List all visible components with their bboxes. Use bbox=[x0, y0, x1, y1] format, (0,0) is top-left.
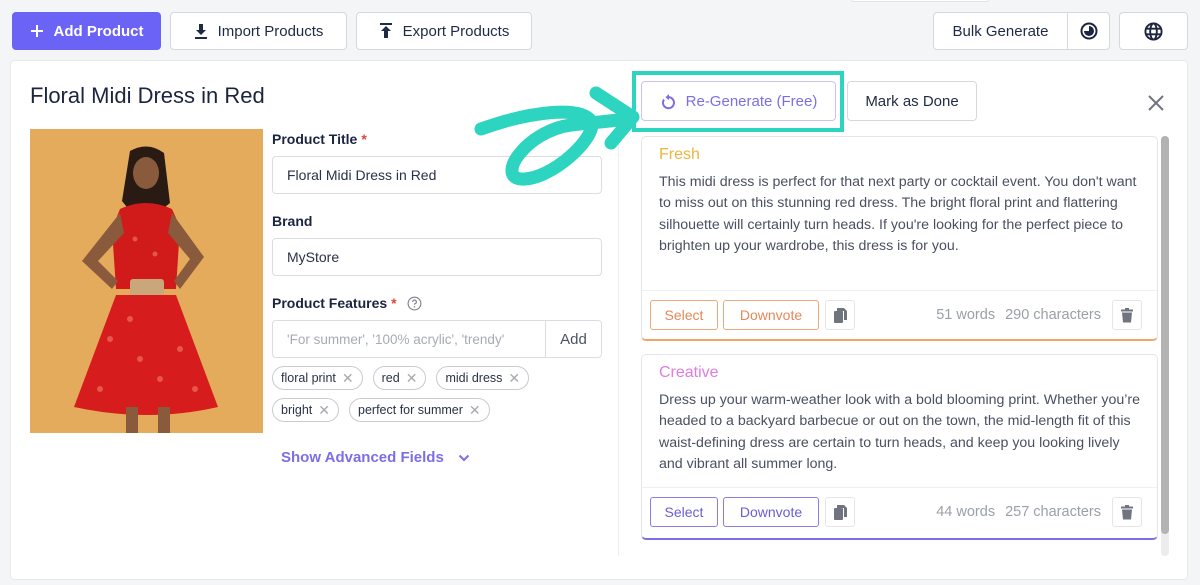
copy-button[interactable] bbox=[825, 300, 855, 330]
column-divider bbox=[618, 131, 619, 556]
remove-tag-icon[interactable]: ✕ bbox=[469, 403, 481, 417]
usage-button[interactable] bbox=[1067, 12, 1110, 50]
features-input[interactable]: 'For summer', '100% acrylic', 'trendy' bbox=[273, 321, 545, 357]
result-style-label: Creative bbox=[659, 364, 719, 381]
result-card-fresh: Fresh This midi dress is perfect for tha… bbox=[641, 136, 1158, 341]
delete-button[interactable] bbox=[1112, 497, 1142, 527]
product-editor-panel: Floral Midi Dress in Red Product Title *… bbox=[10, 60, 1188, 580]
brand-input[interactable]: MyStore bbox=[272, 238, 602, 276]
product-heading: Floral Midi Dress in Red bbox=[30, 83, 265, 108]
result-text: Dress up your warm-weather look with a b… bbox=[659, 392, 1141, 472]
select-button[interactable]: Select bbox=[650, 497, 718, 527]
delete-button[interactable] bbox=[1112, 300, 1142, 330]
result-stats: 44 words 257 characters bbox=[936, 504, 1101, 520]
dropdown-edge bbox=[850, 0, 990, 2]
copy-icon bbox=[833, 504, 847, 520]
scrollbar-thumb[interactable] bbox=[1161, 136, 1169, 534]
add-feature-button[interactable]: Add bbox=[545, 321, 601, 357]
feature-tag: floral print ✕ bbox=[272, 366, 363, 390]
result-text: This midi dress is perfect for that next… bbox=[659, 174, 1137, 254]
export-products-label: Export Products bbox=[402, 22, 510, 40]
downvote-button[interactable]: Downvote bbox=[723, 300, 819, 330]
chevron-down-icon bbox=[458, 454, 470, 461]
brand-label: Brand bbox=[272, 213, 313, 229]
product-features-label: Product Features * bbox=[272, 295, 602, 311]
results-scrollbar[interactable] bbox=[1161, 136, 1169, 556]
show-advanced-fields-link[interactable]: Show Advanced Fields bbox=[281, 449, 602, 466]
feature-tag: midi dress ✕ bbox=[436, 366, 530, 390]
remove-tag-icon[interactable]: ✕ bbox=[318, 403, 330, 417]
pie-progress-icon bbox=[1080, 22, 1097, 40]
features-input-group: 'For summer', '100% acrylic', 'trendy' A… bbox=[272, 320, 602, 358]
copy-icon bbox=[833, 307, 847, 323]
remove-tag-icon[interactable]: ✕ bbox=[406, 371, 418, 385]
plus-icon bbox=[30, 25, 43, 37]
remove-tag-icon[interactable]: ✕ bbox=[508, 371, 520, 385]
export-products-button[interactable]: Export Products bbox=[356, 12, 532, 50]
result-footer: Select Downvote 51 words 290 characters bbox=[642, 290, 1157, 342]
required-mark: * bbox=[361, 131, 367, 147]
import-products-button[interactable]: Import Products bbox=[170, 12, 347, 50]
add-product-button[interactable]: Add Product bbox=[12, 12, 161, 50]
character-count: 257 characters bbox=[1005, 504, 1101, 520]
feature-tag: red ✕ bbox=[372, 366, 427, 390]
download-icon bbox=[194, 24, 207, 39]
language-button[interactable] bbox=[1119, 12, 1188, 50]
result-card-creative: Creative Dress up your warm-weather look… bbox=[641, 354, 1158, 540]
help-icon[interactable] bbox=[407, 296, 422, 311]
add-product-label: Add Product bbox=[53, 22, 144, 40]
required-mark: * bbox=[391, 295, 397, 311]
annotation-arrow-icon bbox=[474, 86, 640, 186]
feature-tag: perfect for summer ✕ bbox=[349, 398, 490, 422]
result-stats: 51 words 290 characters bbox=[936, 307, 1101, 323]
word-count: 44 words bbox=[936, 504, 996, 520]
top-toolbar: Add Product Import Products Export Produ… bbox=[0, 0, 1200, 60]
trash-icon bbox=[1121, 504, 1133, 519]
trash-icon bbox=[1121, 307, 1133, 322]
globe-icon bbox=[1144, 21, 1163, 41]
result-style-label: Fresh bbox=[659, 146, 700, 163]
remove-tag-icon[interactable]: ✕ bbox=[342, 371, 354, 385]
copy-button[interactable] bbox=[825, 497, 855, 527]
close-icon[interactable] bbox=[1147, 94, 1165, 112]
character-count: 290 characters bbox=[1005, 307, 1101, 323]
select-button[interactable]: Select bbox=[650, 300, 718, 330]
bulk-generate-button[interactable]: Bulk Generate bbox=[933, 12, 1068, 50]
upload-icon bbox=[379, 23, 392, 38]
feature-tag: bright ✕ bbox=[272, 398, 340, 422]
downvote-button[interactable]: Downvote bbox=[723, 497, 819, 527]
highlight-box bbox=[632, 71, 844, 132]
mark-as-done-button[interactable]: Mark as Done bbox=[847, 81, 977, 121]
word-count: 51 words bbox=[936, 307, 996, 323]
bulk-generate-label: Bulk Generate bbox=[952, 22, 1049, 40]
product-image bbox=[30, 129, 263, 433]
import-products-label: Import Products bbox=[217, 22, 324, 40]
feature-tags: floral print ✕ red ✕ midi dress ✕ bright ✕ p… bbox=[272, 366, 562, 422]
generated-results-list: Fresh This midi dress is perfect for tha… bbox=[641, 136, 1161, 556]
result-footer: Select Downvote 44 words 257 characters bbox=[642, 487, 1157, 539]
